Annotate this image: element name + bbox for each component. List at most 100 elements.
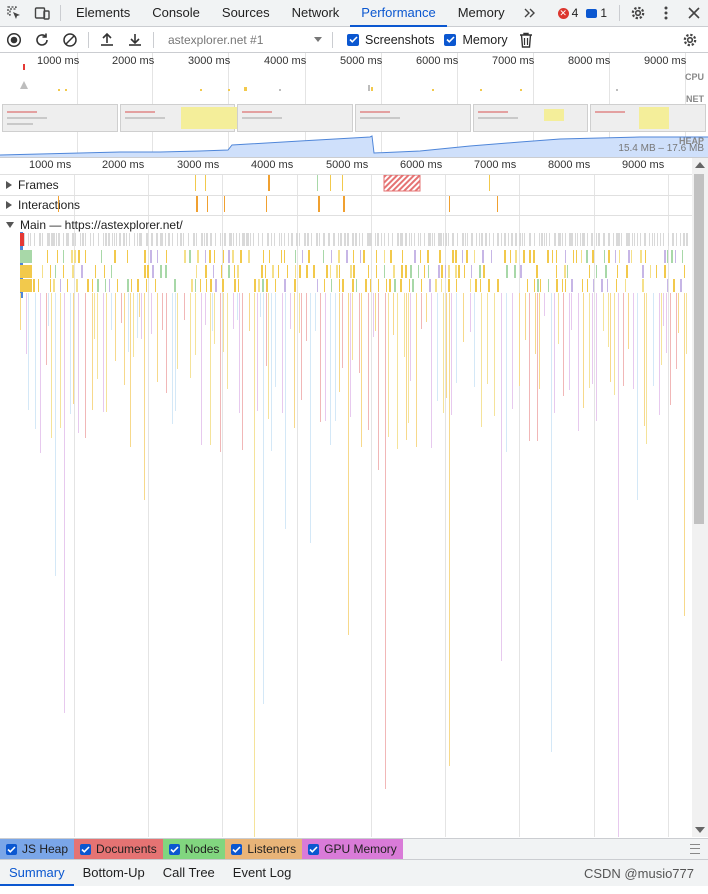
flame-slice bbox=[644, 293, 645, 426]
memory-checkbox[interactable]: Memory bbox=[444, 33, 508, 47]
tab-console[interactable]: Console bbox=[141, 0, 211, 26]
frames-track[interactable]: Frames bbox=[0, 175, 692, 196]
flame-slice bbox=[470, 279, 471, 292]
flame-slice bbox=[536, 265, 538, 278]
main-flame-graph bbox=[20, 233, 688, 837]
flame-slice bbox=[583, 293, 584, 408]
flame-slice bbox=[367, 233, 369, 246]
ruler-tick: 9000 ms bbox=[622, 159, 665, 171]
flame-slice bbox=[539, 293, 540, 389]
flame-slice bbox=[55, 265, 56, 278]
gpu-memory-checkbox[interactable]: GPU Memory bbox=[302, 839, 403, 859]
scroll-up-icon[interactable] bbox=[695, 162, 705, 168]
flame-slice bbox=[111, 265, 112, 278]
recording-select[interactable]: astexplorer.net #1 bbox=[164, 31, 328, 49]
main-thread-track[interactable]: Main — https://astexplorer.net/ bbox=[0, 215, 692, 837]
flame-slice bbox=[162, 293, 163, 330]
tab-memory[interactable]: Memory bbox=[447, 0, 516, 26]
flame-slice bbox=[537, 293, 538, 441]
flame-slice bbox=[684, 265, 685, 278]
screenshots-strip[interactable] bbox=[2, 104, 707, 132]
flame-slice bbox=[575, 233, 576, 246]
flame-slice bbox=[682, 250, 683, 263]
flame-slice bbox=[683, 233, 685, 246]
collect-garbage-button[interactable] bbox=[512, 27, 540, 52]
flame-slice bbox=[412, 279, 414, 292]
reload-and-profile-button[interactable] bbox=[28, 27, 56, 52]
capture-settings-button[interactable] bbox=[676, 27, 704, 52]
tab-event-log[interactable]: Event Log bbox=[224, 860, 301, 886]
load-profile-button[interactable] bbox=[93, 27, 121, 52]
tab-call-tree[interactable]: Call Tree bbox=[154, 860, 224, 886]
flame-slice bbox=[445, 233, 447, 246]
interactions-track[interactable]: Interactions bbox=[0, 195, 692, 216]
flame-chart[interactable]: Frames Interactions Main — https://astex… bbox=[0, 175, 692, 837]
flame-slice bbox=[488, 279, 490, 292]
flame-slice bbox=[504, 250, 506, 263]
flame-slice bbox=[271, 233, 272, 246]
flame-slice bbox=[544, 233, 545, 246]
ruler-tick: 4000 ms bbox=[251, 159, 294, 171]
error-badge[interactable]: ✕ 4 bbox=[557, 6, 578, 20]
flame-slice bbox=[229, 233, 231, 246]
flame-slice bbox=[657, 233, 658, 246]
flame-slice bbox=[438, 265, 440, 278]
flame-slice bbox=[463, 293, 464, 342]
tab-elements[interactable]: Elements bbox=[65, 0, 141, 26]
documents-checkbox[interactable]: Documents bbox=[74, 839, 163, 859]
close-icon[interactable] bbox=[680, 0, 708, 26]
flame-slice bbox=[271, 293, 272, 451]
flame-slice bbox=[166, 293, 167, 393]
tab-performance[interactable]: Performance bbox=[350, 0, 448, 27]
nodes-label: Nodes bbox=[184, 842, 220, 856]
inspect-element-icon[interactable] bbox=[0, 0, 28, 26]
flame-slice bbox=[284, 250, 285, 263]
flame-slice bbox=[295, 250, 296, 263]
listeners-checkbox[interactable]: Listeners bbox=[225, 839, 303, 859]
resize-handle-icon[interactable] bbox=[690, 844, 700, 854]
tab-sources[interactable]: Sources bbox=[211, 0, 281, 26]
vertical-scrollbar[interactable] bbox=[692, 158, 708, 837]
flame-slice bbox=[215, 279, 217, 292]
js-heap-checkbox[interactable]: JS Heap bbox=[0, 839, 75, 859]
more-tabs-icon[interactable] bbox=[516, 0, 544, 26]
flame-slice bbox=[640, 250, 642, 263]
scrollbar-thumb[interactable] bbox=[694, 174, 704, 524]
divider bbox=[88, 31, 89, 48]
flame-slice bbox=[628, 293, 629, 349]
scroll-down-icon[interactable] bbox=[695, 827, 705, 833]
divider bbox=[619, 5, 620, 21]
tab-bottom-up[interactable]: Bottom-Up bbox=[74, 860, 154, 886]
tab-network[interactable]: Network bbox=[281, 0, 351, 26]
flame-slice bbox=[112, 233, 113, 246]
tab-summary[interactable]: Summary bbox=[0, 860, 74, 886]
flame-slice bbox=[401, 265, 403, 278]
more-options-icon[interactable] bbox=[652, 0, 680, 26]
settings-gear-icon[interactable] bbox=[624, 0, 652, 26]
flame-slice bbox=[514, 265, 516, 278]
nodes-checkbox[interactable]: Nodes bbox=[162, 839, 226, 859]
flame-slice bbox=[592, 250, 594, 263]
record-button[interactable] bbox=[0, 27, 28, 52]
flame-slice bbox=[180, 233, 182, 246]
flame-slice bbox=[93, 233, 94, 246]
flame-slice bbox=[124, 293, 125, 385]
flame-slice bbox=[323, 233, 325, 246]
flame-slice bbox=[362, 233, 363, 246]
flame-slice bbox=[71, 250, 73, 263]
save-profile-button[interactable] bbox=[121, 27, 149, 52]
flame-slice bbox=[115, 293, 116, 361]
flame-slice bbox=[355, 233, 357, 246]
screenshots-checkbox[interactable]: Screenshots bbox=[347, 33, 434, 47]
message-badge[interactable]: 1 bbox=[586, 6, 607, 20]
flame-slice bbox=[213, 265, 214, 278]
flame-slice bbox=[616, 233, 618, 246]
timeline-overview[interactable]: 1000 ms 2000 ms 3000 ms 4000 ms 5000 ms … bbox=[0, 53, 708, 158]
device-toolbar-icon[interactable] bbox=[28, 0, 56, 26]
flame-slice bbox=[53, 279, 55, 292]
flame-slice bbox=[156, 233, 158, 246]
flame-slice bbox=[548, 279, 549, 292]
flame-slice bbox=[177, 293, 178, 369]
flame-slice bbox=[299, 265, 301, 278]
clear-button[interactable] bbox=[56, 27, 84, 52]
